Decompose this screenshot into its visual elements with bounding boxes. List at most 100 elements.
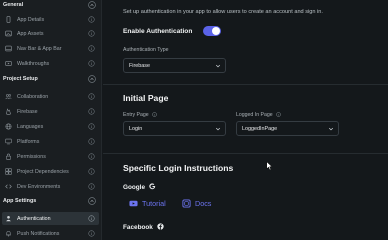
login-instructions-heading: Specific Login Instructions [123, 163, 234, 173]
enable-auth-row: Enable Authentication [123, 28, 192, 35]
info-icon[interactable] [88, 45, 95, 52]
logged-in-page-label: Logged In Page [236, 112, 281, 118]
entry-page-value: Login [129, 125, 143, 132]
sidebar-item-label: Project Dependencies [17, 168, 69, 175]
sidebar-item-label: App Details [17, 16, 45, 23]
sidebar-item-label: Authentication [17, 215, 51, 222]
section-title: Project Setup [3, 76, 38, 82]
logged-in-page-label-text: Logged In Page [236, 112, 273, 118]
facebook-icon [156, 223, 164, 230]
entry-page-dropdown[interactable]: Login [123, 121, 226, 136]
sidebar-item-push-notifications[interactable]: Push Notifications [2, 228, 99, 239]
sidebar-item-label: Languages [17, 123, 44, 130]
intro-text: Set up authentication in your app to all… [123, 9, 323, 15]
info-icon[interactable] [88, 215, 95, 222]
divider [103, 84, 388, 85]
tutorial-link[interactable]: Tutorial [129, 199, 166, 208]
google-heading: Google [123, 183, 156, 191]
walkthrough-icon [5, 60, 12, 67]
chevron-down-icon [328, 127, 334, 131]
logged-in-page-dropdown[interactable]: LoggedInPage [236, 121, 339, 136]
section-title: General [3, 2, 24, 8]
info-icon[interactable] [88, 16, 95, 23]
info-icon[interactable] [88, 93, 95, 100]
chevron-up-icon [88, 197, 96, 205]
google-icon [149, 183, 155, 190]
info-icon[interactable] [88, 123, 95, 130]
youtube-icon [129, 200, 138, 207]
info-icon[interactable] [88, 30, 95, 37]
sidebar-item-permissions[interactable]: Permissions [2, 151, 99, 162]
people-icon [5, 93, 12, 100]
sidebar-item-label: Nav Bar & App Bar [17, 45, 62, 52]
facebook-label: Facebook [123, 224, 153, 231]
sidebar-item-project-dependencies[interactable]: Project Dependencies [2, 166, 99, 177]
sidebar-item-authentication[interactable]: Authentication [2, 212, 99, 225]
sidebar-item-app-details[interactable]: App Details [2, 14, 99, 25]
section-general[interactable]: General [3, 0, 99, 10]
platforms-icon [5, 138, 12, 145]
chevron-up-icon [88, 1, 96, 9]
image-icon [5, 30, 12, 37]
sidebar-item-app-assets[interactable]: App Assets [2, 28, 99, 39]
info-icon[interactable] [88, 168, 95, 175]
user-icon [5, 215, 12, 222]
chevron-up-icon [88, 75, 96, 83]
docs-label: Docs [195, 199, 212, 208]
sidebar-item-walkthroughs[interactable]: Walkthroughs [2, 58, 99, 69]
sidebar-item-label: Collaboration [17, 93, 49, 100]
sidebar-item-label: Push Notifications [17, 230, 60, 237]
firebase-icon [5, 108, 12, 115]
toggle-knob [212, 27, 220, 35]
tutorial-label: Tutorial [142, 199, 166, 208]
divider [103, 153, 388, 154]
initial-page-heading: Initial Page [123, 93, 169, 103]
facebook-heading: Facebook [123, 223, 164, 231]
info-icon[interactable] [88, 108, 95, 115]
sidebar-item-nav-bar[interactable]: Nav Bar & App Bar [2, 43, 99, 54]
sidebar-item-firebase[interactable]: Firebase [2, 106, 99, 117]
google-label: Google [123, 184, 146, 191]
docs-link[interactable]: Docs [182, 199, 211, 208]
info-icon[interactable] [88, 153, 95, 160]
sidebar-item-languages[interactable]: Languages [2, 121, 99, 132]
mouse-cursor-icon [266, 161, 273, 171]
info-icon[interactable] [152, 112, 157, 117]
docs-icon [182, 199, 191, 208]
chevron-down-icon [215, 127, 221, 131]
enable-auth-toggle[interactable] [203, 26, 221, 36]
sidebar-item-platforms[interactable]: Platforms [2, 136, 99, 147]
entry-page-label-text: Entry Page [123, 112, 149, 118]
sidebar-item-label: Dev Environments [17, 183, 61, 190]
sidebar-item-label: Walkthroughs [17, 60, 50, 67]
sidebar-item-label: Permissions [17, 153, 46, 160]
auth-type-label: Authentication Type [123, 47, 169, 53]
sidebar-item-collaboration[interactable]: Collaboration [2, 91, 99, 102]
info-icon[interactable] [88, 230, 95, 237]
section-title: App Settings [3, 198, 37, 204]
phone-icon [5, 16, 12, 23]
auth-type-value: Firebase [129, 62, 150, 69]
section-app-settings[interactable]: App Settings [3, 196, 99, 206]
auth-type-dropdown[interactable]: Firebase [123, 58, 226, 73]
entry-page-label: Entry Page [123, 112, 157, 118]
dependencies-icon [5, 168, 12, 175]
info-icon[interactable] [88, 138, 95, 145]
chevron-down-icon [215, 64, 221, 68]
sidebar-item-label: Platforms [17, 138, 40, 145]
lock-icon [5, 153, 12, 160]
section-project-setup[interactable]: Project Setup [3, 74, 99, 84]
info-icon[interactable] [276, 112, 281, 117]
sidebar: General App Details App Assets Nav Bar &… [0, 0, 102, 240]
globe-icon [5, 123, 12, 130]
enable-auth-label: Enable Authentication [123, 28, 193, 35]
sidebar-item-label: App Assets [17, 30, 44, 37]
sidebar-item-label: Firebase [17, 108, 38, 115]
sidebar-item-dev-environments[interactable]: Dev Environments [2, 181, 99, 192]
main-panel: Set up authentication in your app to all… [103, 0, 388, 240]
bell-icon [5, 230, 12, 237]
info-icon[interactable] [88, 60, 95, 67]
navbar-icon [5, 45, 12, 52]
code-icon [5, 183, 12, 190]
info-icon[interactable] [88, 183, 95, 190]
